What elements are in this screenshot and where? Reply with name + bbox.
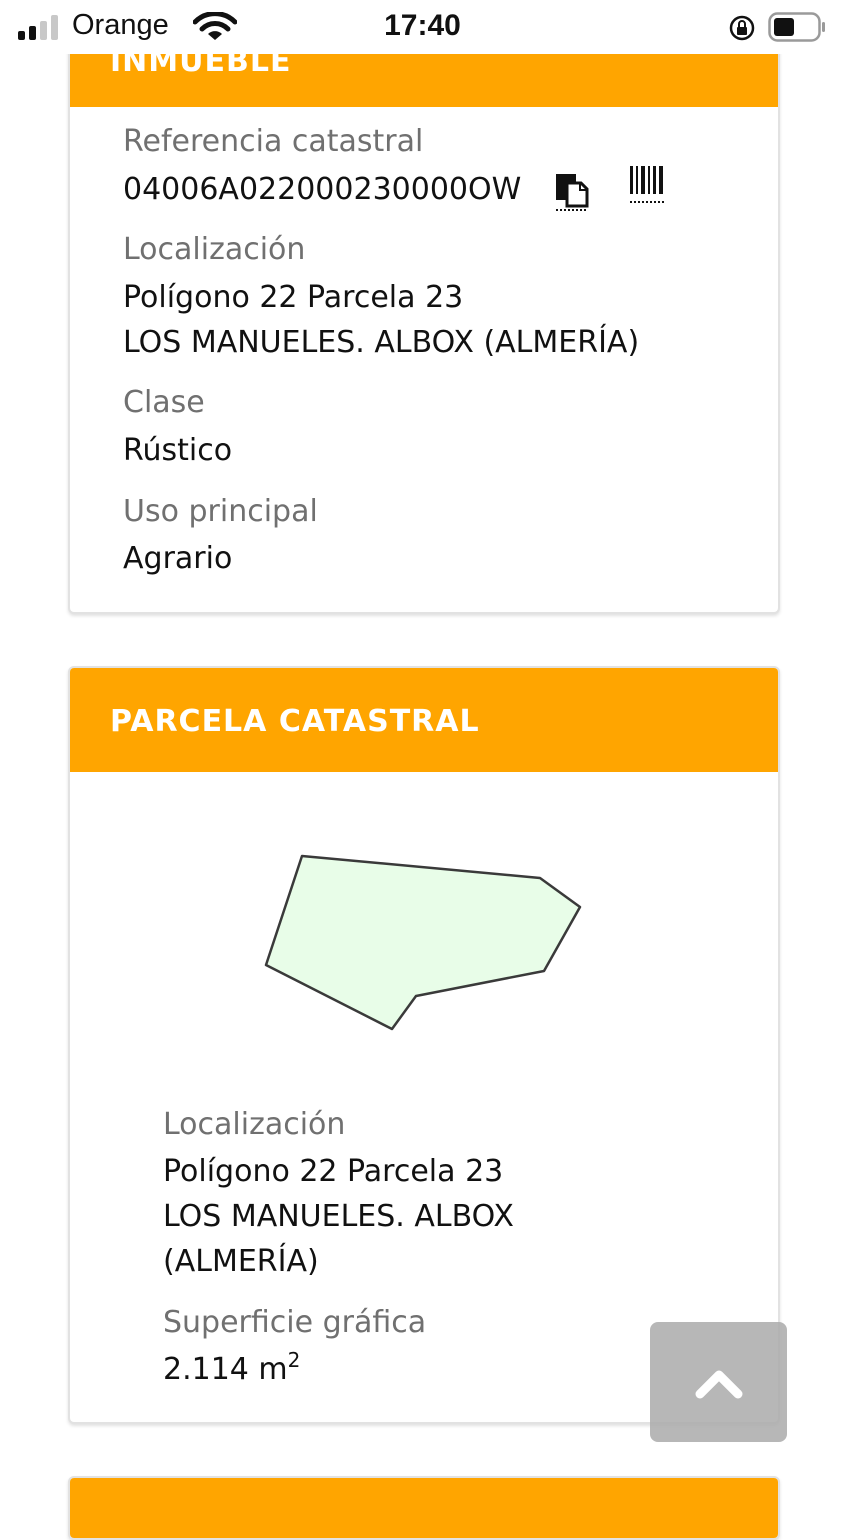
- inmueble-card: INMUEBLE Referencia catastral 04006A0220…: [68, 0, 780, 614]
- rotation-lock-icon: [729, 15, 755, 41]
- localizacion-line1: Polígono 22 Parcela 23: [123, 280, 464, 315]
- clock: 17:40: [384, 9, 461, 42]
- barcode-icon[interactable]: [628, 164, 668, 210]
- clase-label: Clase: [123, 385, 205, 420]
- clase-value: Rústico: [123, 433, 233, 468]
- parcela-localizacion-label: Localización: [163, 1107, 346, 1142]
- superficie-number: 2.114 m: [163, 1352, 288, 1387]
- superficie-value: 2.114 m2: [163, 1348, 300, 1387]
- superficie-unit-exponent: 2: [287, 1348, 301, 1372]
- next-card: [68, 1476, 780, 1540]
- superficie-label: Superficie gráfica: [163, 1305, 427, 1340]
- copy-icon[interactable]: [554, 172, 590, 214]
- uso-principal-value: Agrario: [123, 541, 233, 576]
- parcela-localizacion-line3: (ALMERÍA): [163, 1244, 319, 1279]
- parcela-card-title: PARCELA CATASTRAL: [110, 704, 480, 739]
- localizacion-label: Localización: [123, 232, 306, 267]
- parcela-localizacion-line2: LOS MANUELES. ALBOX: [163, 1199, 514, 1234]
- referencia-label: Referencia catastral: [123, 124, 424, 159]
- localizacion-line2: LOS MANUELES. ALBOX (ALMERÍA): [123, 325, 640, 360]
- battery-icon: [768, 12, 825, 42]
- status-bar: Orange 17:40: [0, 0, 845, 54]
- parcela-card: PARCELA CATASTRAL Localización Polígono …: [68, 666, 780, 1424]
- next-card-header: [70, 1478, 778, 1538]
- parcel-shape-map[interactable]: [260, 846, 590, 1036]
- parcela-localizacion-line1: Polígono 22 Parcela 23: [163, 1154, 504, 1189]
- scroll-to-top-button[interactable]: [650, 1322, 787, 1442]
- uso-principal-label: Uso principal: [123, 494, 318, 529]
- chevron-up-icon: [695, 1370, 742, 1399]
- parcela-card-header: PARCELA CATASTRAL: [70, 668, 778, 772]
- referencia-value[interactable]: 04006A022000230000OW: [123, 172, 521, 207]
